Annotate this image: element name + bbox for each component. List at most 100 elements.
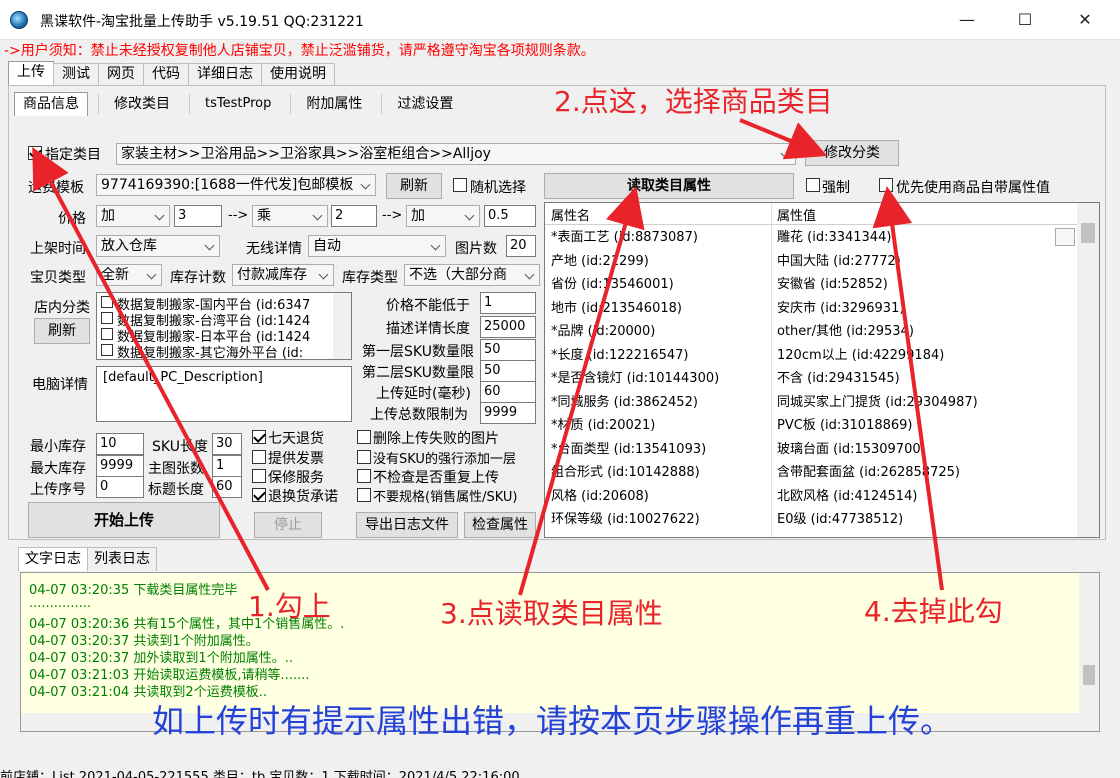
grid-row[interactable]: *台面类型 (id:13541093) 玻璃台面 (id:15309700) (545, 438, 1077, 462)
read-category-props-button[interactable]: 读取类目属性 (544, 173, 794, 199)
service-check-label: 退换货承诺 (268, 489, 338, 505)
delete-failed-images-checkbox[interactable] (357, 430, 371, 444)
grid-row[interactable]: 风格 (id:20608) 北欧风格 (id:4124514) (545, 485, 1077, 509)
stock-min-input[interactable]: 10 (96, 433, 144, 455)
price-v1-input[interactable]: 3 (174, 205, 222, 227)
main-image-input[interactable]: 1 (212, 455, 242, 477)
subtab-filter-settings[interactable]: 过滤设置 (388, 92, 462, 116)
log-tab-bar: 文字日志 列表日志 (18, 547, 157, 571)
grid-row[interactable]: *品牌 (id:20000) other/其他 (id:29534) (545, 320, 1077, 344)
grid-row[interactable]: *是否含镜灯 (id:10144300) 不含 (id:29431545) (545, 367, 1077, 391)
grid-row[interactable]: 环保等级 (id:10027622) E0级 (id:47738512) (545, 508, 1077, 532)
stock-type-select[interactable]: 不选（大部分商 (404, 264, 540, 286)
start-upload-button[interactable]: 开始上传 (28, 502, 220, 538)
limit-label: 上传总数限制为 (370, 407, 468, 423)
property-grid[interactable]: 属性名 属性值 *表面工艺 (id:8873087) 雕花 (id:3341344… (544, 202, 1100, 538)
limit-input[interactable]: 50 (480, 339, 536, 361)
tab-text-log[interactable]: 文字日志 (18, 547, 88, 571)
stock-count-select[interactable]: 付款减库存 (232, 264, 334, 286)
tab-test[interactable]: 测试 (53, 63, 99, 85)
specify-category-label: 指定类目 (45, 147, 101, 163)
listing-time-select[interactable]: 放入仓库 (96, 235, 220, 257)
limit-input[interactable]: 60 (480, 381, 536, 403)
title-length-input[interactable]: 60 (212, 476, 242, 498)
log-vscroll[interactable] (1079, 573, 1099, 713)
price-op3-select[interactable]: 加 (406, 205, 480, 227)
no-spec-checkbox[interactable] (357, 488, 371, 502)
annotation-step2: 2.点这，选择商品类目 (554, 85, 833, 118)
close-button[interactable]: ✕ (1062, 6, 1108, 34)
check-props-button[interactable]: 检查属性 (464, 512, 536, 538)
prefer-own-props-checkbox[interactable] (879, 178, 893, 192)
shop-category-scrollbar[interactable] (333, 293, 351, 359)
grid-row[interactable]: *材质 (id:20021) PVC板 (id:31018869) (545, 414, 1077, 438)
annotation-bottom-note: 如上传时有提示属性出错，请按本页步骤操作再重上传。 (152, 702, 953, 740)
grid-row[interactable]: *同城服务 (id:3862452) 同城买家上门提货 (id:29304987) (545, 391, 1077, 415)
price-op1-select[interactable]: 加 (96, 205, 170, 227)
grid-row[interactable]: *表面工艺 (id:8873087) 雕花 (id:3341344) (545, 226, 1077, 250)
limit-label: 第二层SKU数量限 (362, 365, 474, 381)
item-type-select[interactable]: 全新 (96, 264, 162, 286)
pc-detail-textarea[interactable]: [default_PC_Description] (96, 366, 352, 422)
subtab-extra-props[interactable]: 附加属性 (297, 92, 371, 116)
limit-label: 上传延时(毫秒) (376, 386, 471, 402)
seven-day-return-checkbox[interactable] (252, 430, 266, 444)
grid-row[interactable]: 省份 (id:13546001) 安徽省 (id:52852) (545, 273, 1077, 297)
shop-category-label: 店内分类 (34, 300, 90, 316)
grid-row[interactable]: 地市 (id:213546018) 安庆市 (id:3296931) (545, 297, 1077, 321)
shop-category-checkbox[interactable] (101, 296, 113, 308)
tab-detail-log[interactable]: 详细日志 (188, 63, 262, 85)
shop-category-list[interactable]: 数据复制搬家-国内平台 (id:6347 数据复制搬家-台湾平台 (id:142… (96, 292, 352, 360)
value-dropdown-icon[interactable] (1055, 228, 1075, 246)
price-v2-input[interactable]: 2 (331, 205, 377, 227)
force-sku-layer-checkbox[interactable] (357, 450, 371, 464)
shop-category-checkbox[interactable] (101, 328, 113, 340)
sku-length-input[interactable]: 30 (212, 433, 242, 455)
tab-web[interactable]: 网页 (98, 63, 144, 85)
force-checkbox[interactable] (806, 178, 820, 192)
category-select[interactable]: 家装主材>>卫浴用品>>卫浴家具>>浴室柜组合>>Alljoy (116, 143, 796, 165)
shop-category-refresh-button[interactable]: 刷新 (34, 318, 90, 344)
export-log-button[interactable]: 导出日志文件 (356, 512, 458, 538)
limit-label: 价格不能低于 (386, 298, 470, 314)
specify-category-checkbox[interactable] (28, 146, 42, 160)
subtab-modify-category[interactable]: 修改类目 (105, 92, 179, 116)
shop-category-checkbox[interactable] (101, 312, 113, 324)
stock-max-input[interactable]: 9999 (96, 455, 144, 477)
grid-header: 属性名 属性值 (545, 203, 1077, 225)
grid-row[interactable]: 产地 (id:21299) 中国大陆 (id:27772) (545, 250, 1077, 274)
price-op2-select[interactable]: 乘 (252, 205, 328, 227)
image-count-input[interactable]: 20 (506, 235, 536, 257)
stop-button[interactable]: 停止 (254, 512, 322, 538)
option-check-label: 删除上传失败的图片 (373, 431, 499, 447)
limit-input[interactable]: 9999 (480, 402, 536, 424)
limit-input[interactable]: 50 (480, 360, 536, 382)
no-duplicate-check-checkbox[interactable] (357, 469, 371, 483)
price-v3-input[interactable]: 0.5 (484, 205, 536, 227)
grid-row[interactable]: 组合形式 (id:10142888) 含带配套面盆 (id:262858725) (545, 461, 1077, 485)
limit-input[interactable]: 1 (480, 292, 536, 314)
tab-upload[interactable]: 上传 (8, 61, 54, 85)
invoice-checkbox[interactable] (252, 450, 266, 464)
upload-seq-input[interactable]: 0 (96, 476, 144, 498)
title-length-label: 标题长度 (148, 482, 204, 498)
subtab-test-prop[interactable]: tsTestProp (196, 92, 280, 116)
tab-code[interactable]: 代码 (143, 63, 189, 85)
warranty-checkbox[interactable] (252, 469, 266, 483)
minimize-button[interactable]: — (944, 6, 990, 34)
tab-list-log[interactable]: 列表日志 (87, 547, 157, 571)
maximize-button[interactable]: ☐ (1002, 6, 1048, 34)
shop-category-checkbox[interactable] (101, 344, 113, 356)
return-promise-checkbox[interactable] (252, 488, 266, 502)
shop-category-item[interactable]: 数据复制搬家-其它海外平台 (id: (117, 342, 303, 359)
shipping-template-select[interactable]: 9774169390:[1688一件代发]包邮模板 (96, 174, 376, 196)
modify-category-button[interactable]: 修改分类 (805, 140, 899, 166)
grid-row[interactable]: *长度 (id:122216547) 120cm以上 (id:42299184) (545, 344, 1077, 368)
shipping-refresh-button[interactable]: 刷新 (386, 173, 442, 199)
random-select-checkbox[interactable] (453, 178, 467, 192)
subtab-item-info[interactable]: 商品信息 (14, 92, 88, 116)
limit-input[interactable]: 25000 (480, 316, 536, 338)
grid-scrollbar[interactable] (1077, 203, 1099, 537)
tab-help[interactable]: 使用说明 (261, 63, 335, 85)
wireless-select[interactable]: 自动 (308, 235, 446, 257)
